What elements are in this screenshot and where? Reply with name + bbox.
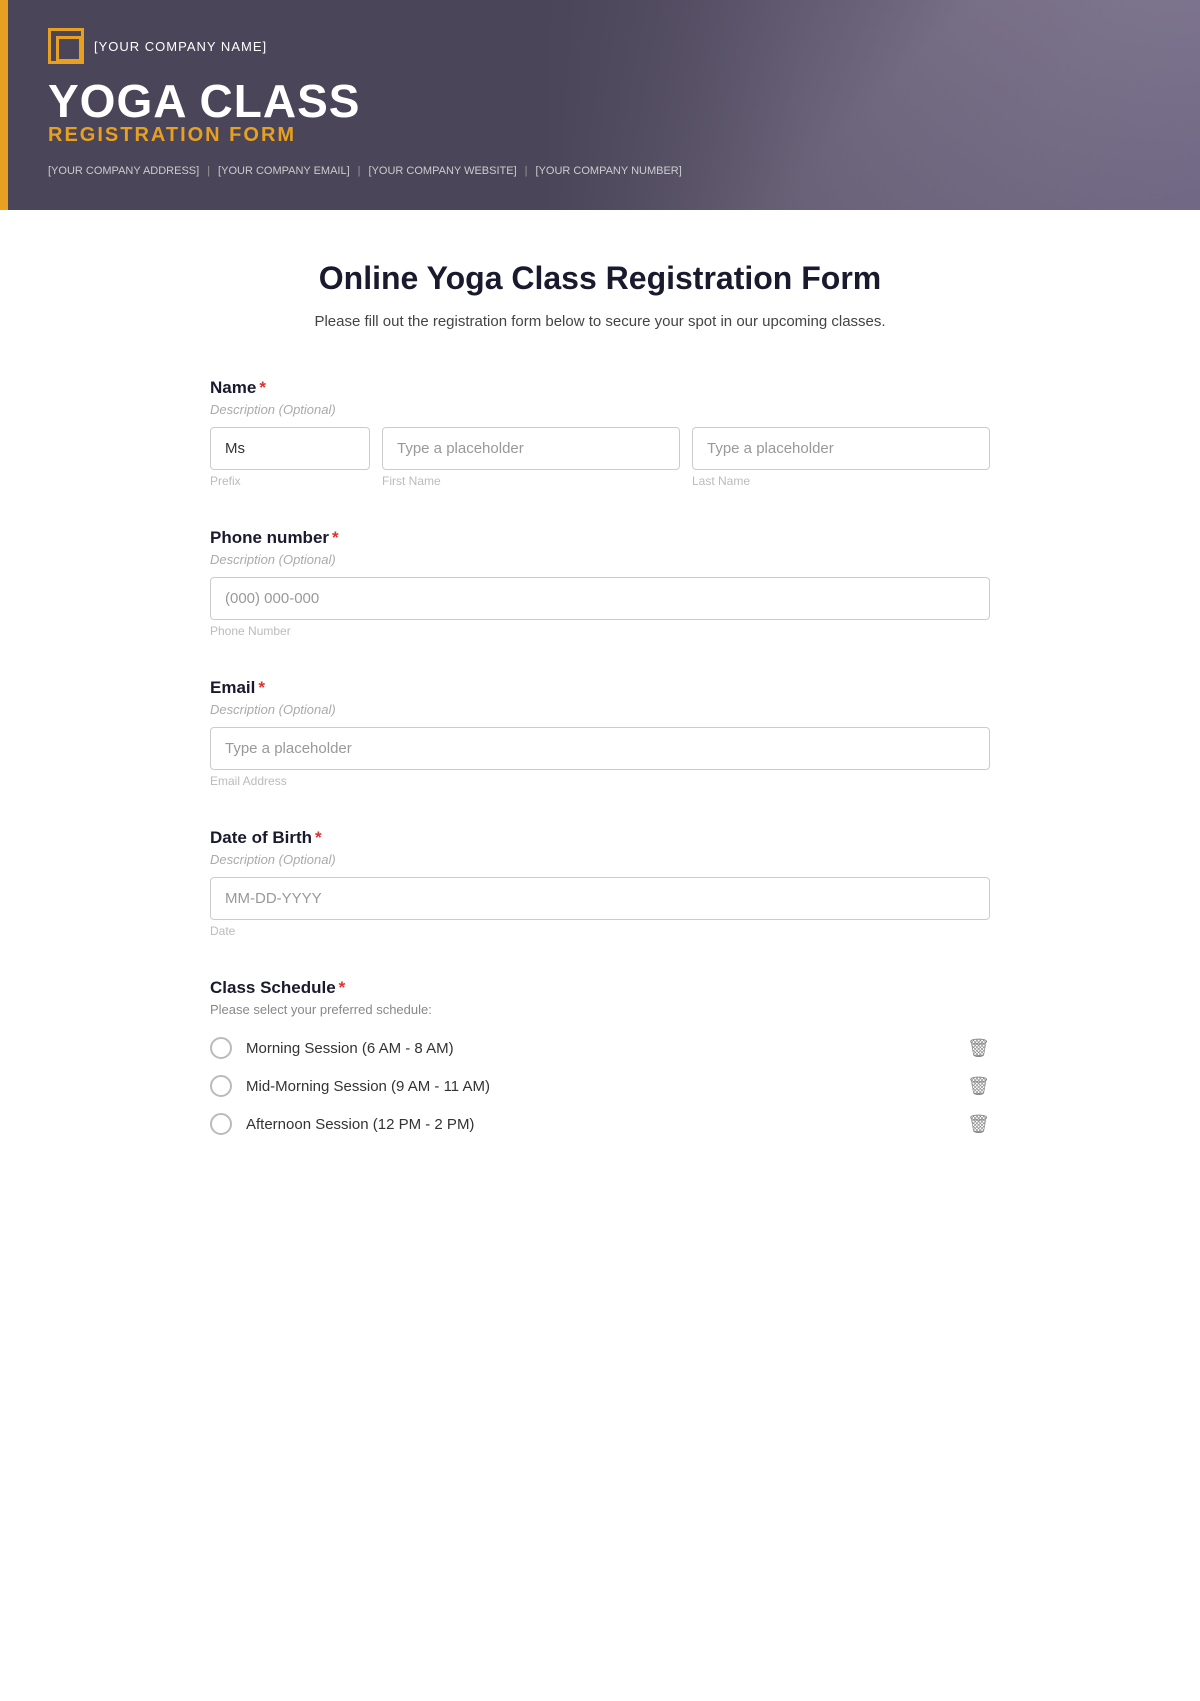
dob-input[interactable] (210, 877, 990, 920)
page-header: [YOUR COMPANY NAME] YOGA CLASS REGISTRAT… (0, 0, 1200, 210)
phone-required: * (332, 528, 339, 547)
delete-afternoon-button[interactable]: 🗑 (967, 1114, 990, 1135)
company-logo: [YOUR COMPANY NAME] (48, 28, 1160, 64)
phone-sublabel: Phone Number (210, 624, 990, 638)
class-schedule-label: Class Schedule* (210, 978, 990, 998)
radio-midmorning-label: Mid-Morning Session (9 AM - 11 AM) (246, 1078, 490, 1095)
name-row: Prefix First Name Last Name (210, 427, 990, 488)
main-content: Online Yoga Class Registration Form Plea… (150, 210, 1050, 1261)
delete-midmorning-button[interactable]: 🗑 (967, 1076, 990, 1097)
name-required: * (259, 378, 266, 397)
phone-section: Phone number* Description (Optional) Pho… (210, 528, 990, 638)
firstname-sublabel: First Name (382, 474, 680, 488)
radio-morning[interactable] (210, 1037, 232, 1059)
header-title-line2: REGISTRATION FORM (48, 124, 1160, 147)
form-description: Please fill out the registration form be… (210, 313, 990, 330)
radio-morning-label: Morning Session (6 AM - 8 AM) (246, 1040, 454, 1057)
header-accent-bar (0, 0, 8, 210)
lastname-sublabel: Last Name (692, 474, 990, 488)
radio-option-afternoon: Afternoon Session (12 PM - 2 PM) 🗑 (210, 1107, 990, 1141)
company-name: [YOUR COMPANY NAME] (94, 39, 267, 54)
prefix-group: Prefix (210, 427, 370, 488)
radio-afternoon-label: Afternoon Session (12 PM - 2 PM) (246, 1116, 474, 1133)
radio-option-morning: Morning Session (6 AM - 8 AM) 🗑 (210, 1031, 990, 1065)
name-description: Description (Optional) (210, 402, 990, 417)
phone-input[interactable] (210, 577, 990, 620)
email-section: Email* Description (Optional) Email Addr… (210, 678, 990, 788)
prefix-sublabel: Prefix (210, 474, 370, 488)
dob-required: * (315, 828, 322, 847)
header-text-content: [YOUR COMPANY NAME] YOGA CLASS REGISTRAT… (8, 0, 1200, 210)
class-schedule-section: Class Schedule* Please select your prefe… (210, 978, 990, 1141)
firstname-input[interactable] (382, 427, 680, 470)
phone-description: Description (Optional) (210, 552, 990, 567)
lastname-input[interactable] (692, 427, 990, 470)
email-input[interactable] (210, 727, 990, 770)
logo-icon (48, 28, 84, 64)
email-label: Email* (210, 678, 990, 698)
form-main-title: Online Yoga Class Registration Form (210, 260, 990, 297)
email-description: Description (Optional) (210, 702, 990, 717)
dob-sublabel: Date (210, 924, 990, 938)
email-sublabel: Email Address (210, 774, 990, 788)
dob-description: Description (Optional) (210, 852, 990, 867)
delete-morning-button[interactable]: 🗑 (967, 1038, 990, 1059)
firstname-group: First Name (382, 427, 680, 488)
radio-afternoon[interactable] (210, 1113, 232, 1135)
name-label: Name* (210, 378, 990, 398)
company-address: [YOUR COMPANY ADDRESS] (48, 165, 199, 177)
dob-section: Date of Birth* Description (Optional) Da… (210, 828, 990, 938)
lastname-group: Last Name (692, 427, 990, 488)
dob-label: Date of Birth* (210, 828, 990, 848)
company-number: [YOUR COMPANY NUMBER] (536, 165, 682, 177)
header-title-line1: YOGA CLASS (48, 78, 1160, 124)
class-schedule-description: Please select your preferred schedule: (210, 1002, 990, 1017)
company-website: [YOUR COMPANY WEBSITE] (369, 165, 517, 177)
radio-midmorning[interactable] (210, 1075, 232, 1097)
radio-option-midmorning: Mid-Morning Session (9 AM - 11 AM) 🗑 (210, 1069, 990, 1103)
header-contact-info: [YOUR COMPANY ADDRESS] | [YOUR COMPANY E… (48, 165, 1160, 177)
class-required: * (339, 978, 346, 997)
company-email: [YOUR COMPANY EMAIL] (218, 165, 350, 177)
prefix-input[interactable] (210, 427, 370, 470)
name-section: Name* Description (Optional) Prefix Firs… (210, 378, 990, 488)
phone-label: Phone number* (210, 528, 990, 548)
email-required: * (258, 678, 265, 697)
